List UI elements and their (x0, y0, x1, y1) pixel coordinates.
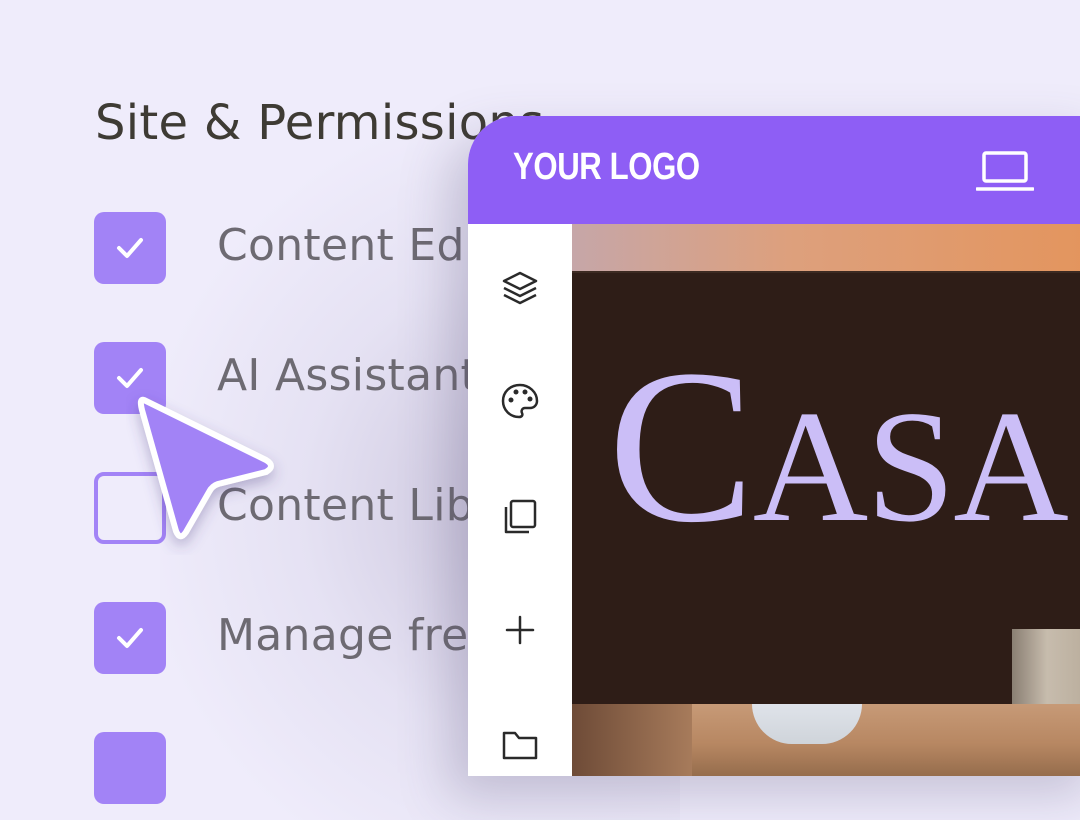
checkmark-icon (117, 628, 143, 648)
layers-icon[interactable] (500, 268, 540, 308)
editor-header: YOUR LOGO (468, 116, 1080, 224)
checkbox-checked[interactable] (94, 602, 166, 674)
folder-icon[interactable] (500, 724, 540, 764)
checkmark-icon (117, 238, 143, 258)
sky-shape (752, 704, 862, 744)
checkbox-checked[interactable] (94, 732, 166, 804)
site-editor-window: YOUR LOGO CASA (468, 116, 1080, 776)
preview-image (572, 704, 1080, 776)
permission-label: Manage free (217, 610, 496, 661)
hero-title: CASA (608, 336, 1069, 556)
preview-gradient-bar (572, 224, 1080, 271)
plus-icon[interactable] (500, 610, 540, 650)
cursor-arrow-icon (137, 396, 274, 540)
palette-icon[interactable] (500, 381, 540, 421)
laptop-icon[interactable] (976, 150, 1034, 192)
checkbox-checked[interactable] (94, 212, 166, 284)
copy-icon[interactable] (500, 496, 540, 536)
hero-title-rest: ASA (752, 377, 1069, 555)
logo-text: YOUR LOGO (513, 146, 700, 188)
hero-title-initial: C (608, 324, 755, 568)
site-preview-canvas[interactable]: CASA (572, 224, 1080, 776)
editor-sidebar (468, 224, 573, 776)
rock-shape (572, 704, 692, 776)
divider (572, 271, 1080, 273)
